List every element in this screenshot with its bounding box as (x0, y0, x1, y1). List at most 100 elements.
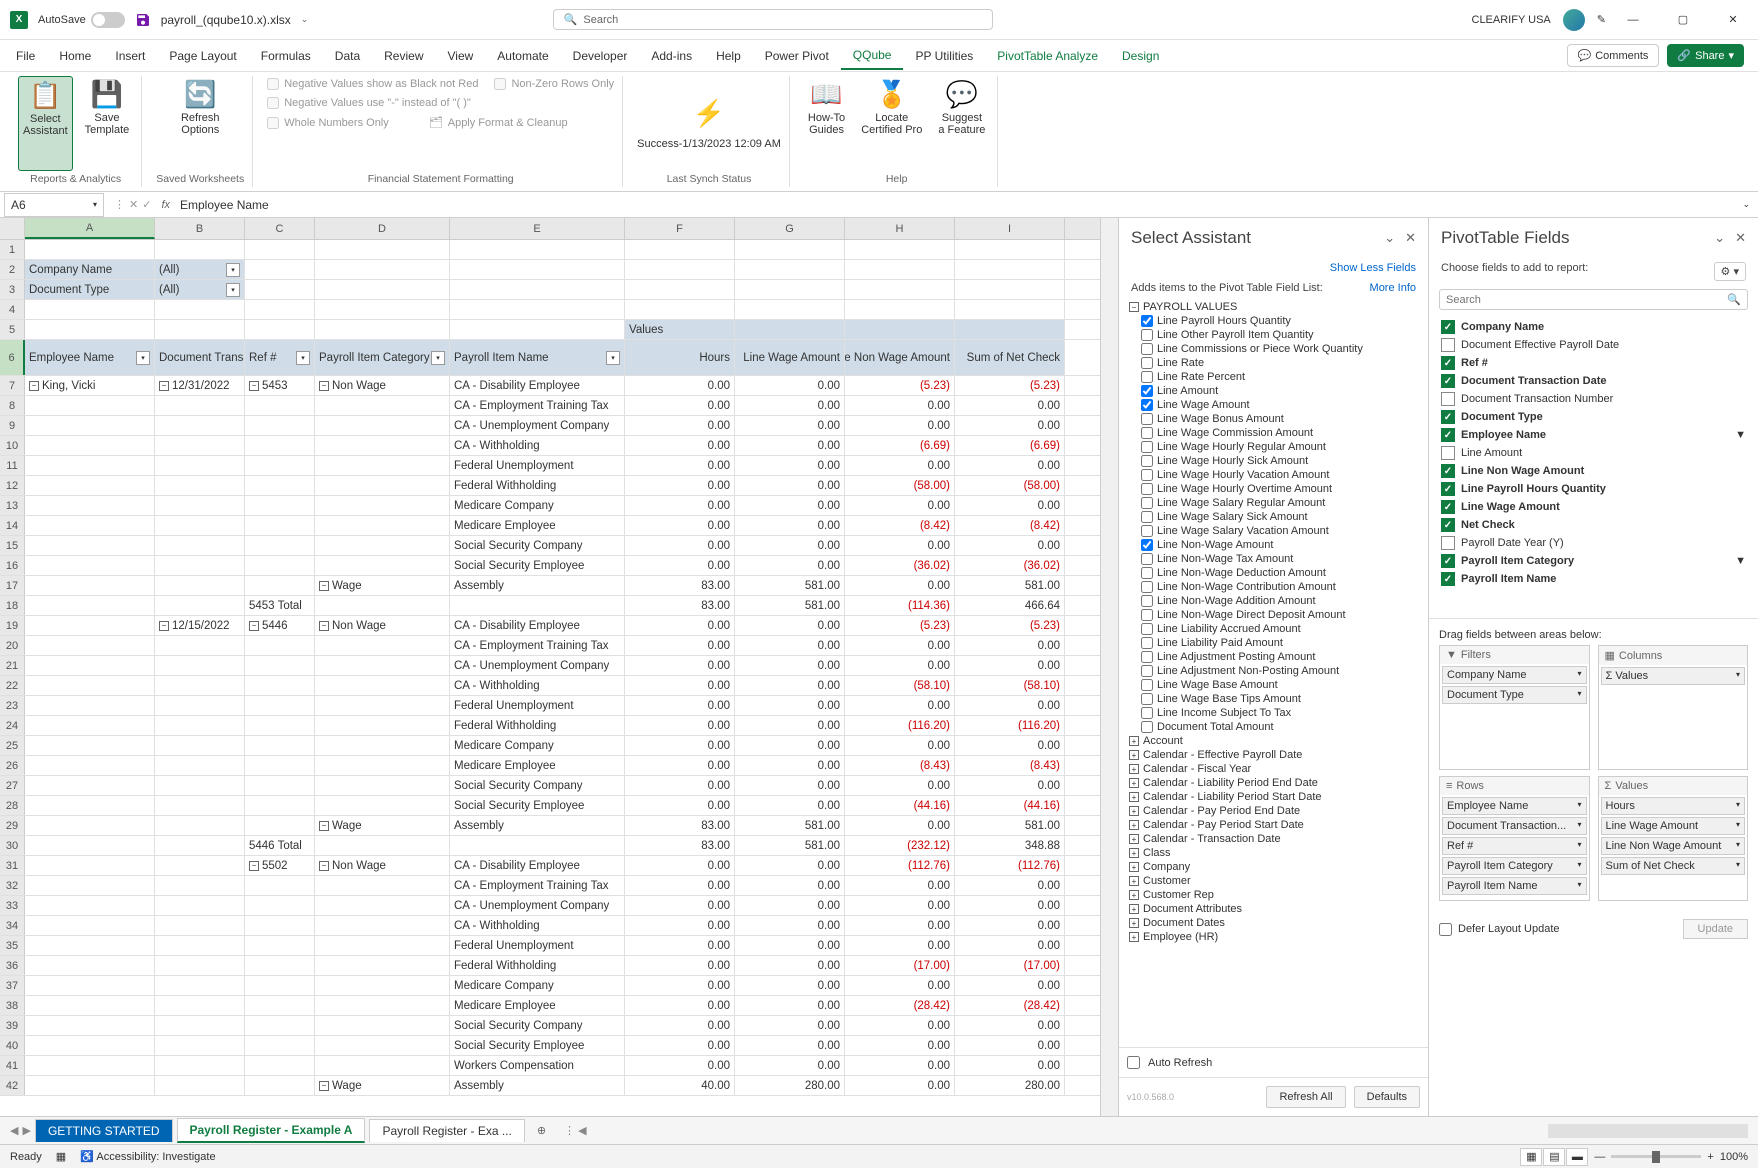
cell[interactable]: 0.00 (625, 1056, 735, 1075)
row-header[interactable]: 41 (0, 1056, 25, 1075)
pivot-column-header[interactable]: Payroll Item Category▾ (315, 340, 450, 375)
tree-group[interactable]: + Customer (1127, 874, 1420, 888)
cell[interactable] (155, 436, 245, 455)
chevron-down-icon[interactable]: ⌄ (1714, 230, 1725, 246)
cell[interactable] (245, 260, 315, 279)
field-item[interactable]: ✓Line Non Wage Amount (1439, 462, 1748, 480)
cell[interactable]: (6.69) (845, 436, 955, 455)
rows-area[interactable]: ≡ Rows Employee Name▾Document Transactio… (1439, 776, 1590, 901)
cell[interactable] (315, 280, 450, 299)
cell[interactable]: Federal Unemployment (450, 936, 625, 955)
cell[interactable] (315, 320, 450, 339)
cell[interactable]: 0.00 (735, 1056, 845, 1075)
pivot-column-header[interactable]: Sum of Net Check (955, 340, 1065, 375)
auto-refresh-check[interactable] (1127, 1056, 1140, 1069)
field-item[interactable]: ✓Payroll Item Name (1439, 570, 1748, 588)
cell[interactable] (845, 240, 955, 259)
tree-item[interactable]: Line Rate (1127, 356, 1420, 370)
cell[interactable]: (17.00) (845, 956, 955, 975)
row-header[interactable]: 37 (0, 976, 25, 995)
field-item[interactable]: Document Effective Payroll Date (1439, 336, 1748, 354)
cell[interactable]: (8.43) (845, 756, 955, 775)
cell[interactable] (315, 436, 450, 455)
cell[interactable]: 0.00 (625, 556, 735, 575)
cell[interactable] (25, 556, 155, 575)
cell[interactable] (155, 1016, 245, 1035)
cell[interactable]: 581.00 (735, 836, 845, 855)
tree-item[interactable]: Line Commissions or Piece Work Quantity (1127, 342, 1420, 356)
close-icon[interactable]: ✕ (1405, 230, 1416, 246)
cell[interactable]: 0.00 (735, 436, 845, 455)
row-header[interactable]: 24 (0, 716, 25, 735)
row-header[interactable]: 34 (0, 916, 25, 935)
grid-body[interactable]: 12Company Name(All)▾3Document Type(All)▾… (0, 240, 1100, 1116)
comments-button[interactable]: 💬 Comments (1567, 44, 1660, 67)
col-header-G[interactable]: G (735, 218, 845, 239)
cell[interactable]: 0.00 (625, 616, 735, 635)
normal-view-icon[interactable]: ▦ (1520, 1148, 1542, 1166)
cell[interactable]: (116.20) (845, 716, 955, 735)
cell[interactable]: 83.00 (625, 816, 735, 835)
field-item[interactable]: ✓Company Name (1439, 318, 1748, 336)
cell[interactable]: −Wage (315, 1076, 450, 1095)
tab-payroll-b[interactable]: Payroll Register - Exa ... (369, 1119, 524, 1142)
cell[interactable]: 0.00 (735, 456, 845, 475)
area-item[interactable]: Ref #▾ (1442, 837, 1587, 855)
cell[interactable]: Workers Compensation (450, 1056, 625, 1075)
tree-item[interactable]: Line Other Payroll Item Quantity (1127, 328, 1420, 342)
cell[interactable] (625, 260, 735, 279)
field-search[interactable]: 🔍 (1439, 289, 1748, 310)
cell[interactable]: 0.00 (955, 776, 1065, 795)
cell[interactable]: 0.00 (625, 376, 735, 395)
cell[interactable]: 280.00 (735, 1076, 845, 1095)
cell[interactable] (155, 836, 245, 855)
ribbon-tab-home[interactable]: Home (47, 43, 103, 69)
cell[interactable] (155, 796, 245, 815)
tree-item[interactable]: Line Adjustment Posting Amount (1127, 650, 1420, 664)
cell[interactable] (315, 976, 450, 995)
cell[interactable] (25, 1036, 155, 1055)
tree-item[interactable]: Line Wage Salary Sick Amount (1127, 510, 1420, 524)
cell[interactable] (25, 616, 155, 635)
ribbon-tab-insert[interactable]: Insert (103, 43, 157, 69)
cell[interactable]: CA - Disability Employee (450, 616, 625, 635)
cell[interactable]: −Non Wage (315, 616, 450, 635)
cell[interactable] (25, 596, 155, 615)
cell[interactable] (155, 456, 245, 475)
cell[interactable] (25, 956, 155, 975)
cell[interactable] (450, 300, 625, 319)
tab-getting-started[interactable]: GETTING STARTED (35, 1119, 173, 1142)
field-item[interactable]: Payroll Date Year (Y) (1439, 534, 1748, 552)
cell[interactable]: 0.00 (955, 456, 1065, 475)
tree-item[interactable]: Line Wage Salary Vacation Amount (1127, 524, 1420, 538)
cell[interactable]: Federal Withholding (450, 476, 625, 495)
cell[interactable]: 581.00 (955, 576, 1065, 595)
cell[interactable] (845, 280, 955, 299)
cell[interactable] (25, 496, 155, 515)
tree-group[interactable]: + Calendar - Liability Period Start Date (1127, 790, 1420, 804)
cell[interactable] (315, 556, 450, 575)
cell[interactable] (245, 536, 315, 555)
row-header[interactable]: 40 (0, 1036, 25, 1055)
cell[interactable] (155, 1076, 245, 1095)
cell[interactable] (245, 696, 315, 715)
cell[interactable]: 5453 Total (245, 596, 315, 615)
cell[interactable] (735, 320, 845, 339)
cell[interactable] (25, 916, 155, 935)
defaults-button[interactable]: Defaults (1354, 1086, 1420, 1108)
tree-group[interactable]: + Calendar - Transaction Date (1127, 832, 1420, 846)
cell[interactable] (735, 280, 845, 299)
ribbon-tab-power-pivot[interactable]: Power Pivot (753, 43, 841, 69)
cell[interactable]: 0.00 (625, 1016, 735, 1035)
neg-dash-check[interactable]: Negative Values use "-" instead of "( )" (267, 95, 614, 111)
expand-formula-icon[interactable]: ⌄ (1734, 199, 1758, 210)
apply-format-button[interactable]: 🗂 Apply Format & Cleanup (429, 114, 568, 131)
cell[interactable] (245, 320, 315, 339)
cell[interactable] (155, 896, 245, 915)
cell[interactable] (25, 300, 155, 319)
cell[interactable]: 0.00 (625, 716, 735, 735)
cell[interactable]: 0.00 (625, 736, 735, 755)
cell[interactable]: (All)▾ (155, 280, 245, 299)
col-header-B[interactable]: B (155, 218, 245, 239)
defer-update-check[interactable] (1439, 923, 1452, 936)
